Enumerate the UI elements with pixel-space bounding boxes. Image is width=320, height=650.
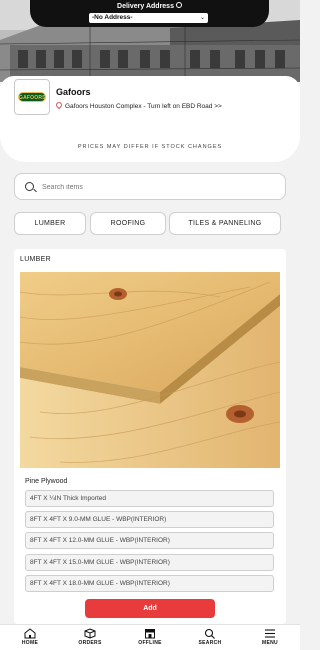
store-info-card: GAFOORS Gafoors Gafoors Houston Complex … bbox=[0, 76, 300, 162]
store-name: Gafoors bbox=[56, 87, 91, 97]
product-image[interactable] bbox=[20, 272, 280, 468]
location-icon bbox=[175, 2, 182, 9]
search-icon bbox=[25, 182, 34, 191]
category-tab-roofing[interactable]: ROOFING bbox=[90, 212, 166, 235]
store-logo: GAFOORS bbox=[14, 79, 50, 115]
variant-option[interactable]: 8FT X 4FT X 15.0-MM GLUE - WBP(INTERIOR) bbox=[25, 554, 274, 571]
variant-option[interactable]: 4FT X ¼IN Thick Imported bbox=[25, 490, 274, 507]
variant-option[interactable]: 8FT X 4FT X 18.0-MM GLUE - WBP(INTERIOR) bbox=[25, 575, 274, 592]
nav-search[interactable]: SEARCH bbox=[180, 625, 240, 650]
search-input[interactable] bbox=[42, 180, 272, 194]
variant-option[interactable]: 8FT X 4FT X 12.0-MM GLUE - WBP(INTERIOR) bbox=[25, 532, 274, 549]
chevron-down-icon: ⌄ bbox=[199, 15, 205, 21]
search-bar[interactable] bbox=[14, 173, 286, 200]
product-name: Pine Plywood bbox=[25, 478, 68, 485]
nav-offline[interactable]: OFFLINE bbox=[120, 625, 180, 650]
store-address-link[interactable]: Gafoors Houston Complex - Turn left on E… bbox=[54, 100, 222, 110]
delivery-address-title: Delivery Address bbox=[30, 2, 269, 10]
menu-icon bbox=[265, 629, 275, 638]
category-tab-tiles-panneling[interactable]: TILES & PANNELING bbox=[169, 212, 281, 235]
home-icon bbox=[24, 628, 36, 639]
offline-store-icon bbox=[145, 629, 155, 639]
nav-menu[interactable]: MENU bbox=[240, 625, 300, 650]
delivery-address-select[interactable]: -No Address- ⌄ bbox=[89, 13, 208, 23]
store-logo-text: GAFOORS bbox=[18, 92, 46, 102]
bottom-nav: HOME ORDERS OFFLINE SEARCH MENU bbox=[0, 624, 300, 650]
store-banner-image: Delivery Address -No Address- ⌄ bbox=[0, 0, 300, 82]
category-tab-lumber[interactable]: LUMBER bbox=[14, 212, 86, 235]
search-icon bbox=[204, 628, 215, 639]
add-to-cart-button[interactable]: Add bbox=[85, 599, 215, 618]
price-disclaimer: PRICES MAY DIFFER IF STOCK CHANGES bbox=[77, 144, 223, 150]
delivery-address-pill: Delivery Address -No Address- ⌄ bbox=[30, 0, 269, 27]
map-pin-icon bbox=[54, 100, 64, 110]
section-title: LUMBER bbox=[20, 256, 51, 263]
variant-option[interactable]: 8FT X 4FT X 9.0-MM GLUE - WBP(INTERIOR) bbox=[25, 511, 274, 528]
nav-home[interactable]: HOME bbox=[0, 625, 60, 650]
box-icon bbox=[84, 628, 96, 639]
nav-orders[interactable]: ORDERS bbox=[60, 625, 120, 650]
